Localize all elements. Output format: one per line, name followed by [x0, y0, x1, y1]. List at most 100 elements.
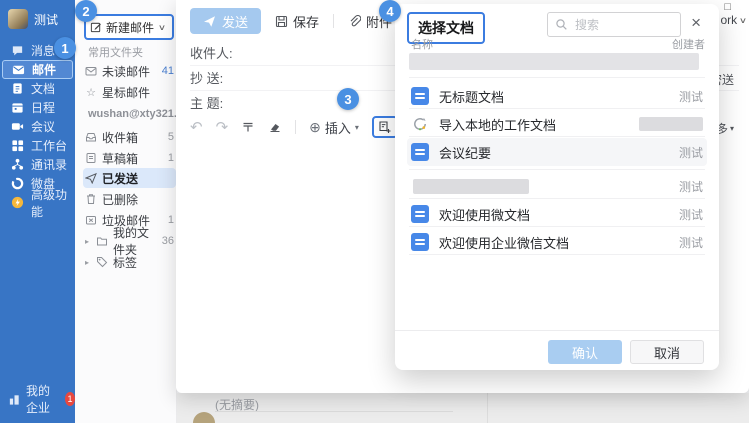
divider: [333, 14, 334, 28]
sidebar-item-mail[interactable]: 邮件: [2, 60, 73, 79]
maximize-icon[interactable]: □: [724, 1, 731, 13]
sidebar-item-my-company[interactable]: 我的企业 1: [8, 382, 75, 416]
compose-pencil-icon: [90, 21, 102, 33]
document-icon: [11, 82, 24, 95]
chevron-down-icon: ∨: [158, 23, 166, 32]
sidebar-item-calendar[interactable]: 日程: [2, 98, 73, 117]
folder-item-sent[interactable]: 已发送: [83, 168, 176, 188]
search-input[interactable]: [573, 17, 667, 33]
document-icon: [411, 143, 429, 161]
star-icon: ☆: [85, 86, 97, 98]
folder-item-deleted[interactable]: 已删除: [83, 189, 176, 209]
divider: [409, 108, 705, 109]
folder-item-unread[interactable]: 未读邮件 41: [83, 61, 176, 81]
folder-item-inbox[interactable]: 收件箱 5: [83, 127, 176, 147]
save-button[interactable]: 保存: [275, 12, 319, 31]
sidebar-item-meeting[interactable]: 会议: [2, 117, 73, 136]
undo-button[interactable]: ↶: [190, 120, 203, 135]
list-column-headers: 名称 创建者: [411, 36, 705, 52]
document-row-import-local[interactable]: 导入本地的工作文档: [407, 110, 707, 138]
sender-avatar: [193, 412, 215, 423]
redacted-row-bar: [409, 53, 699, 70]
close-icon[interactable]: ×: [685, 13, 707, 32]
video-camera-icon: [11, 120, 24, 133]
envelope-icon: [12, 63, 25, 76]
redacted-name-bar: [413, 179, 529, 194]
redo-icon: ↷: [216, 120, 229, 135]
format-painter-button[interactable]: [241, 120, 255, 134]
annotation-badge-2: 2: [75, 0, 97, 22]
clear-format-button[interactable]: [268, 120, 282, 134]
current-user[interactable]: 测试: [0, 0, 75, 29]
folder-label: 收件箱: [102, 129, 138, 146]
redo-button[interactable]: ↷: [216, 120, 229, 135]
select-document-dialog: 选择文档 × 名称 创建者 无标题文档 测试 导入本地的工作文档 会议纪要 测试: [395, 4, 719, 370]
cancel-button[interactable]: 取消: [630, 340, 704, 364]
tag-icon: [96, 256, 108, 268]
sidebar-item-premium-features[interactable]: 高级功能: [2, 193, 73, 212]
sender-account-selector[interactable]: ork ∨: [720, 13, 746, 27]
annotation-badge-1: 1: [54, 37, 76, 59]
disk-icon: [11, 177, 24, 190]
document-row-redacted[interactable]: 测试: [407, 172, 707, 200]
folder-label: 标签: [113, 254, 137, 271]
expand-arrow-icon[interactable]: ▸: [85, 237, 91, 246]
insert-menu-button[interactable]: ⊕ 插入 ▾: [309, 118, 359, 137]
sidebar-item-label: 邮件: [32, 61, 56, 78]
new-mail-button[interactable]: 新建邮件 ∨: [84, 14, 174, 40]
folder-item-drafts[interactable]: 草稿箱 1: [83, 148, 176, 168]
org-tree-icon: [11, 158, 24, 171]
sidebar-item-label: 高级功能: [31, 186, 73, 220]
app-sidebar: 测试 消息 邮件 文档 日程 会议: [0, 0, 75, 423]
divider: [409, 77, 705, 78]
chevron-down-icon: ▾: [355, 123, 359, 132]
my-company-label: 我的企业: [26, 382, 60, 416]
document-row-meeting-minutes[interactable]: 会议纪要 测试: [407, 138, 707, 166]
cc-label: 抄 送:: [190, 68, 223, 87]
sidebar-item-label: 文档: [31, 80, 55, 97]
folder-label: 已删除: [102, 191, 138, 208]
subject-label: 主 题:: [190, 93, 223, 112]
floppy-icon: [275, 15, 288, 28]
sidebar-item-label: 日程: [31, 99, 55, 116]
document-row-welcome-doc[interactable]: 欢迎使用微文档 测试: [407, 200, 707, 228]
divider: [409, 198, 705, 199]
user-avatar: [8, 9, 28, 29]
unread-count: 41: [162, 65, 174, 77]
divider: [487, 393, 488, 423]
folder-item-starred[interactable]: ☆ 星标邮件: [83, 82, 176, 102]
paperclip-icon: [348, 15, 361, 28]
document-row-untitled[interactable]: 无标题文档 测试: [407, 82, 707, 110]
grid-icon: [11, 139, 24, 152]
divider: [215, 411, 453, 412]
app-window: (无摘要) 测试 消息 邮件 文档 日程: [0, 0, 749, 423]
confirm-button[interactable]: 确认: [548, 340, 622, 364]
sidebar-item-contacts[interactable]: 通讯录: [2, 155, 73, 174]
sidebar-nav: 消息 邮件 文档 日程 会议 工作台: [0, 41, 75, 212]
sidebar-item-label: 通讯录: [31, 156, 67, 173]
eraser-icon: [268, 120, 282, 134]
inbox-icon: [85, 131, 97, 143]
search-icon: [555, 18, 568, 31]
user-name: 测试: [34, 11, 58, 28]
folder-label: 未读邮件: [102, 63, 150, 80]
sidebar-item-workspace[interactable]: 工作台: [2, 136, 73, 155]
sidebar-item-label: 会议: [31, 118, 55, 135]
folder-label: 草稿箱: [102, 150, 138, 167]
folder-icon: [96, 235, 108, 247]
paper-plane-icon: [85, 172, 97, 184]
junk-mail-icon: [85, 214, 97, 226]
search-box[interactable]: [547, 12, 681, 37]
account-text-partial: ork: [720, 13, 737, 27]
background-mail-list: (无摘要): [176, 393, 749, 423]
send-button[interactable]: 发送: [190, 8, 261, 34]
expand-arrow-icon[interactable]: ▸: [85, 258, 91, 267]
folder-item-tags[interactable]: ▸ 标签: [83, 252, 176, 272]
folder-item-my-folders[interactable]: ▸ 我的文件夹 36: [83, 231, 176, 251]
recipient-label: 收件人:: [190, 43, 233, 62]
document-icon: [411, 205, 429, 223]
new-mail-label: 新建邮件: [106, 19, 154, 36]
sidebar-item-docs[interactable]: 文档: [2, 79, 73, 98]
document-row-welcome-wecom-doc[interactable]: 欢迎使用企业微信文档 测试: [407, 228, 707, 256]
notification-badge: 1: [65, 392, 75, 406]
